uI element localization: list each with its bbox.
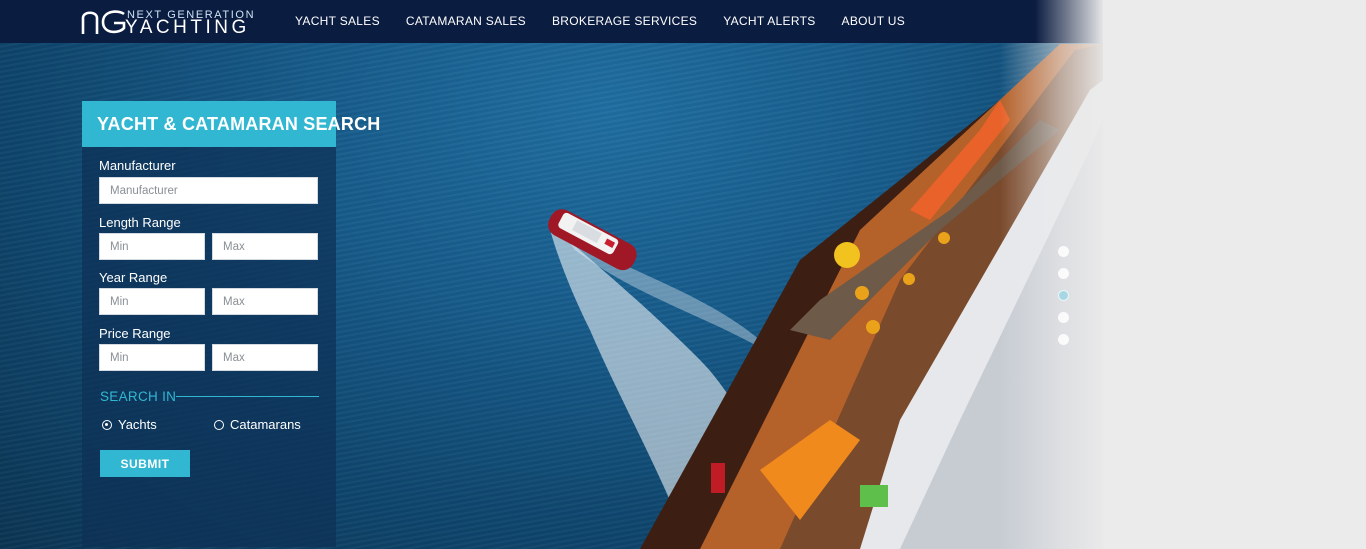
radio-catamarans-label: Catamarans [230,417,301,432]
price-range-label: Price Range [99,326,171,341]
nav-catamaran-sales[interactable]: CATAMARAN SALES [406,14,526,28]
length-max-input[interactable] [212,233,318,260]
ng-logo-icon [81,10,126,34]
radio-unchecked-icon[interactable] [214,419,224,430]
nav-yacht-sales[interactable]: YACHT SALES [295,14,380,28]
radio-yachts-label: Yachts [118,417,157,432]
year-range-label: Year Range [99,270,168,285]
search-in-heading: SEARCH IN [100,389,177,404]
nav-about-us[interactable]: ABOUT US [842,14,906,28]
slider-pagination [1058,246,1069,345]
search-panel-header: YACHT & CATAMARAN SEARCH [82,101,380,147]
slider-dot-5[interactable] [1058,334,1069,345]
slider-dot-4[interactable] [1058,312,1069,323]
submit-button[interactable]: SUBMIT [100,450,190,477]
top-navbar: NEXT GENERATION YACHTING YACHT SALES CAT… [0,0,1105,43]
main-nav: YACHT SALES CATAMARAN SALES BROKERAGE SE… [295,14,905,28]
manufacturer-input[interactable] [99,177,318,204]
search-panel-title: YACHT & CATAMARAN SEARCH [97,114,381,134]
hero-edge-fade [1000,0,1103,549]
radio-checked-icon[interactable] [102,419,112,430]
length-min-input[interactable] [99,233,205,260]
year-max-input[interactable] [212,288,318,315]
slider-dot-3-active[interactable] [1058,290,1069,301]
price-max-input[interactable] [212,344,318,371]
price-min-input[interactable] [99,344,205,371]
search-in-divider [176,396,319,397]
manufacturer-label: Manufacturer [99,158,176,173]
radio-yachts[interactable]: Yachts [102,417,157,432]
year-min-input[interactable] [99,288,205,315]
navbar-edge-fade [1035,0,1105,43]
radio-catamarans[interactable]: Catamarans [214,417,301,432]
site-logo[interactable]: NEXT GENERATION YACHTING [81,8,254,38]
nav-brokerage-services[interactable]: BROKERAGE SERVICES [552,14,697,28]
slider-dot-2[interactable] [1058,268,1069,279]
slider-dot-1[interactable] [1058,246,1069,257]
search-panel: YACHT & CATAMARAN SEARCH Manufacturer Le… [82,101,380,547]
nav-yacht-alerts[interactable]: YACHT ALERTS [723,14,815,28]
logo-wordmark: YACHTING [125,17,250,38]
length-range-label: Length Range [99,215,181,230]
